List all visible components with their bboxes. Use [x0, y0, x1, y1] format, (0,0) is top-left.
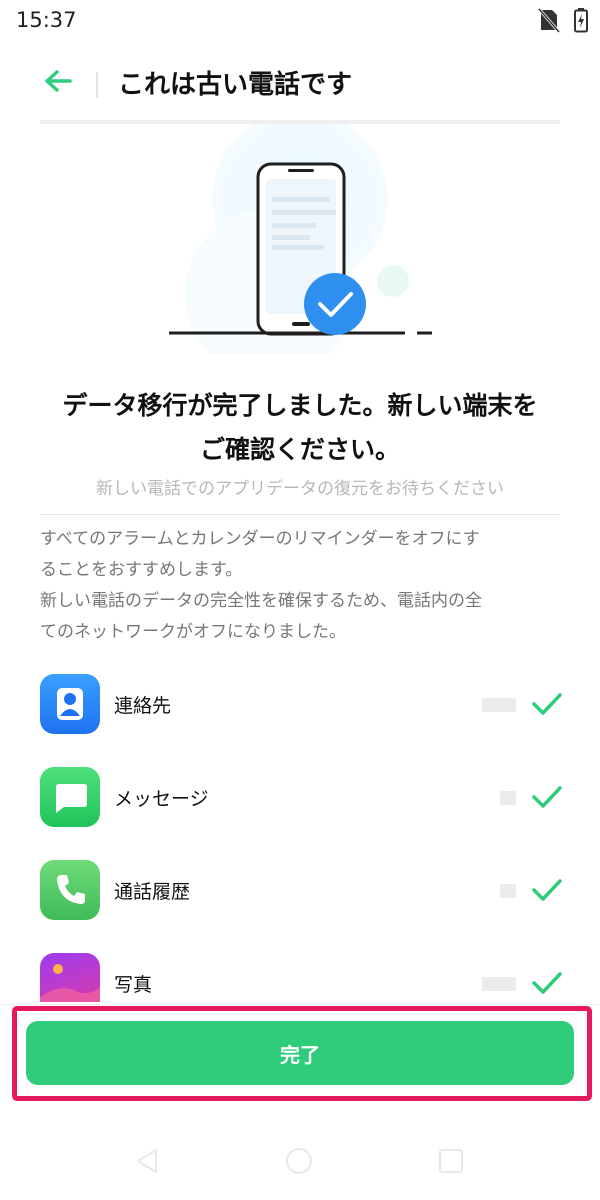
status-icons	[538, 7, 588, 33]
home-circle-icon[interactable]	[284, 1146, 314, 1180]
status-time: 15:37	[16, 8, 77, 32]
transferred-data-list[interactable]: 連絡先 メッセージ 通話履歴 写真	[0, 670, 600, 1002]
header-divider	[96, 72, 98, 98]
list-item-call-log: 通話履歴	[0, 858, 600, 922]
phone-check-illustration	[0, 111, 600, 379]
messages-icon	[40, 767, 100, 827]
battery-charging-icon	[574, 7, 588, 33]
arrow-left-icon	[43, 69, 73, 97]
no-sim-icon	[538, 7, 560, 33]
navigation-bar	[0, 1140, 600, 1180]
item-label: 連絡先	[114, 695, 172, 717]
footer-divider	[0, 1004, 600, 1005]
notice-line: 新しい電話のデータの完全性を確保するため、電話内の全	[40, 591, 482, 611]
headline-line: データ移行が完了しました。新しい端末を	[62, 391, 538, 420]
item-count-blurred	[500, 791, 516, 805]
notice-line: ることをおすすめします。	[40, 560, 243, 580]
recents-square-icon[interactable]	[436, 1146, 466, 1180]
call-log-icon	[40, 860, 100, 920]
headline-line: ご確認ください。	[199, 435, 400, 464]
item-label: メッセージ	[114, 788, 209, 810]
list-item-photos: 写真	[0, 951, 600, 1002]
item-label: 通話履歴	[114, 881, 191, 903]
item-label: 写真	[114, 974, 153, 996]
status-bar: 15:37	[0, 0, 600, 44]
item-count-blurred	[482, 977, 516, 991]
notice-text: すべてのアラームとカレンダーのリマインダーをオフにす ることをおすすめします。 …	[40, 524, 568, 648]
check-icon	[530, 877, 564, 907]
notice-line: すべてのアラームとカレンダーのリマインダーをオフにす	[40, 529, 480, 549]
photos-icon	[40, 953, 100, 1002]
back-triangle-icon[interactable]	[132, 1146, 162, 1180]
check-icon	[530, 970, 564, 1000]
list-item-contacts: 連絡先	[0, 672, 600, 736]
notice-line: てのネットワークがオフになりました。	[40, 622, 346, 642]
app-header: これは古い電話です	[0, 50, 600, 120]
item-count-blurred	[482, 698, 516, 712]
item-count-blurred	[500, 884, 516, 898]
restore-subtitle: 新しい電話でのアプリデータの復元をお待ちください	[96, 479, 504, 499]
check-icon	[530, 691, 564, 721]
done-button[interactable]: 完了	[26, 1021, 574, 1085]
divider	[40, 514, 560, 515]
back-button[interactable]	[30, 60, 86, 106]
page-title: これは古い電話です	[118, 70, 353, 100]
contacts-icon	[40, 674, 100, 734]
list-item-messages: メッセージ	[0, 765, 600, 829]
completion-headline: データ移行が完了しました。新しい端末を ご確認ください。	[20, 384, 580, 472]
check-icon	[530, 784, 564, 814]
